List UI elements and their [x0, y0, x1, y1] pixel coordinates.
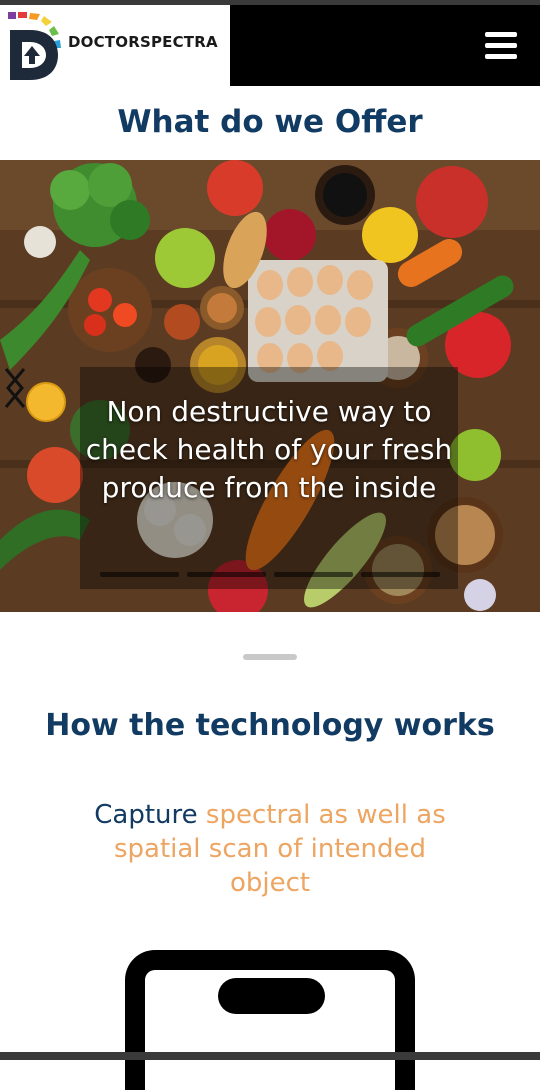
- technology-description: Capture spectral as well as spatial scan…: [90, 798, 450, 900]
- slide-caption: Non destructive way to check health of y…: [85, 395, 453, 504]
- badge-dot: [26, 382, 66, 422]
- phone-illustration: [125, 950, 415, 1090]
- carousel-indicator[interactable]: [187, 572, 266, 577]
- bottom-strip: [0, 1052, 540, 1060]
- brand-name: DOCTORSPECTRA: [68, 33, 218, 51]
- technology-title: How the technology works: [45, 708, 495, 743]
- offer-title: What do we Offer: [117, 104, 423, 140]
- navbar: DOCTORSPECTRA: [0, 5, 540, 86]
- drag-handle[interactable]: [243, 654, 297, 660]
- hamburger-menu-icon[interactable]: [485, 32, 517, 60]
- description-lead: Capture: [94, 800, 198, 830]
- carousel-indicator[interactable]: [361, 572, 440, 577]
- carousel-indicator[interactable]: [100, 572, 179, 577]
- brand-logo-link[interactable]: DOCTORSPECTRA: [0, 5, 230, 86]
- phone-notch: [218, 978, 325, 1014]
- produce-carousel[interactable]: Non destructive way to check health of y…: [0, 160, 540, 612]
- carousel-indicators: [100, 572, 440, 577]
- chevron-right-icon[interactable]: [0, 365, 30, 411]
- doctorspectra-logo-icon: [8, 12, 61, 80]
- carousel-indicator[interactable]: [274, 572, 353, 577]
